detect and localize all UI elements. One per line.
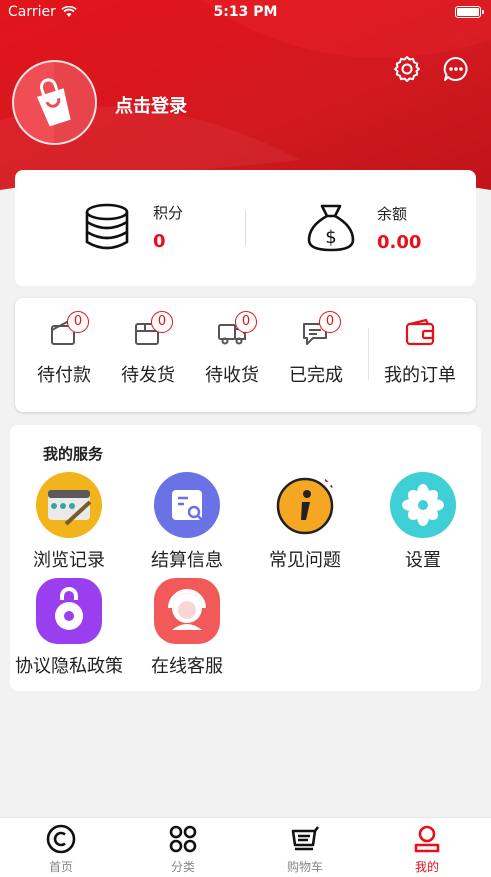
- balance-label: 余额: [377, 205, 408, 223]
- faq-icon: [276, 477, 334, 535]
- category-icon: [169, 825, 197, 853]
- tab-label: 我的: [414, 860, 439, 874]
- services-card: 我的服务 浏览记录 结算信息 常见问题 设置 协议隐私政策 在线客服: [10, 425, 481, 691]
- order-count-badge: 0: [235, 311, 257, 333]
- tab-category[interactable]: 分类: [122, 823, 244, 875]
- money-bag-icon: $: [307, 204, 355, 252]
- service-faq[interactable]: 常见问题: [246, 472, 364, 572]
- points-value: 0: [153, 231, 166, 252]
- status-bar: Carrier 5:13 PM: [0, 0, 491, 26]
- browse-history-icon: [48, 490, 92, 526]
- shopping-bag-icon: [36, 62, 95, 143]
- message-icon[interactable]: [442, 55, 470, 83]
- order-count-badge: 0: [319, 311, 341, 333]
- flower-settings-icon: [402, 484, 444, 526]
- svg-text:$: $: [325, 227, 336, 248]
- order-label: 待发货: [121, 365, 175, 386]
- tab-label: 购物车: [286, 860, 323, 874]
- battery-icon: [455, 6, 484, 18]
- service-settlement-info[interactable]: 结算信息: [128, 472, 246, 572]
- order-label: 待收货: [205, 365, 259, 386]
- privacy-lock-icon: [55, 587, 83, 630]
- coins-stack-icon: [85, 203, 129, 250]
- my-orders-link[interactable]: 我的订单: [378, 318, 462, 387]
- summary-divider: [245, 210, 246, 246]
- settings-gear-icon[interactable]: [393, 55, 421, 83]
- tab-home[interactable]: 首页: [0, 823, 122, 875]
- order-label: 已完成: [289, 365, 343, 386]
- order-pending-shipment[interactable]: 0 待发货: [106, 311, 190, 387]
- service-label: 在线客服: [151, 656, 223, 677]
- order-count-badge: 0: [151, 311, 173, 333]
- orders-card: 0 待付款 0 待发货 0 待收货 0 已完成 我的订单: [15, 298, 476, 412]
- service-label: 设置: [405, 550, 441, 571]
- service-customer-support[interactable]: 在线客服: [128, 578, 246, 678]
- login-link[interactable]: 点击登录: [115, 92, 187, 118]
- tab-cart[interactable]: 购物车: [244, 823, 366, 875]
- orders-divider: [368, 328, 369, 380]
- service-label: 协议隐私政策: [15, 656, 123, 677]
- service-settings[interactable]: 设置: [364, 472, 482, 572]
- service-label: 常见问题: [269, 550, 341, 571]
- red-wallet-icon: [405, 318, 435, 346]
- cart-icon: [291, 826, 320, 851]
- profile-icon: [414, 825, 440, 853]
- service-label: 结算信息: [151, 550, 223, 571]
- balance-value: 0.00: [377, 232, 422, 253]
- service-label: 浏览记录: [33, 550, 105, 571]
- tab-label: 首页: [48, 860, 73, 874]
- order-count-badge: 0: [67, 311, 89, 333]
- order-completed[interactable]: 0 已完成: [274, 311, 358, 387]
- tab-profile[interactable]: 我的: [366, 823, 488, 875]
- order-pending-receipt[interactable]: 0 待收货: [190, 311, 274, 387]
- service-browse-history[interactable]: 浏览记录: [10, 472, 128, 572]
- clock: 5:13 PM: [213, 4, 278, 20]
- services-title: 我的服务: [43, 445, 104, 463]
- points-label: 积分: [153, 204, 184, 222]
- balance-stat[interactable]: $ 余额 0.00: [305, 202, 421, 254]
- service-privacy-policy[interactable]: 协议隐私政策: [10, 578, 128, 678]
- my-orders-label: 我的订单: [384, 365, 456, 386]
- account-summary-card: 积分 0 $ 余额 0.00: [15, 170, 476, 286]
- order-label: 待付款: [37, 365, 91, 386]
- points-stat[interactable]: 积分 0: [83, 202, 183, 252]
- home-icon: [46, 824, 76, 854]
- avatar[interactable]: [12, 60, 97, 145]
- customer-service-icon: [168, 589, 206, 630]
- tab-label: 分类: [170, 860, 195, 874]
- order-pending-payment[interactable]: 0 待付款: [22, 311, 106, 387]
- bottom-tab-bar: 首页 分类 购物车 我的: [0, 817, 491, 877]
- settlement-info-icon: [172, 490, 203, 521]
